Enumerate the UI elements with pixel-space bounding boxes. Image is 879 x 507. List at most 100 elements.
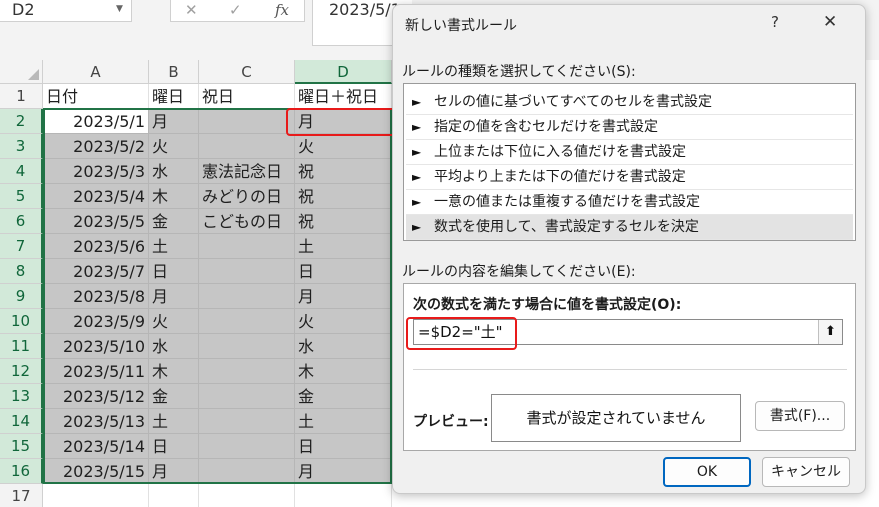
table-cell[interactable]: 火 [295,309,392,334]
table-cell[interactable]: 木 [149,359,199,384]
chevron-down-icon[interactable]: ▼ [116,4,123,14]
header-cell[interactable]: 曜日 [149,84,199,109]
table-cell[interactable]: 火 [295,134,392,159]
table-cell[interactable]: 水 [149,159,199,184]
table-cell[interactable]: 2023/5/11 [43,359,149,384]
table-cell[interactable] [199,259,295,284]
table-cell[interactable]: 2023/5/8 [43,284,149,309]
table-cell[interactable]: 2023/5/15 [43,459,149,484]
table-cell[interactable]: 木 [295,359,392,384]
table-cell[interactable] [199,309,295,334]
table-cell[interactable]: 月 [295,284,392,309]
table-cell[interactable]: 月 [295,459,392,484]
table-cell[interactable]: 2023/5/4 [43,184,149,209]
column-header-b[interactable]: B [149,60,199,84]
rule-type-item[interactable]: ► 一意の値または重複する値だけを書式設定 [406,190,853,215]
cancel-button[interactable]: キャンセル [762,457,850,487]
empty-cell[interactable] [43,484,149,507]
empty-cell[interactable] [295,484,392,507]
table-cell[interactable]: 日 [295,259,392,284]
table-cell[interactable] [199,434,295,459]
table-cell[interactable]: 2023/5/9 [43,309,149,334]
table-cell[interactable] [199,384,295,409]
column-header-a[interactable]: A [43,60,149,84]
row-header-1[interactable]: 1 [0,84,43,109]
insert-function-icon[interactable]: fx [275,0,289,20]
table-cell[interactable]: 日 [149,434,199,459]
table-cell[interactable]: 水 [295,334,392,359]
table-cell[interactable]: 月 [149,109,199,134]
table-cell[interactable]: 祝 [295,159,392,184]
empty-cell[interactable] [149,484,199,507]
table-cell[interactable] [199,109,295,134]
table-cell[interactable]: 2023/5/3 [43,159,149,184]
row-header-15[interactable]: 15 [0,434,43,459]
row-header-11[interactable]: 11 [0,334,43,359]
table-cell[interactable] [199,334,295,359]
table-cell[interactable]: 火 [149,309,199,334]
table-cell[interactable]: 金 [295,384,392,409]
row-header-3[interactable]: 3 [0,134,43,159]
table-cell[interactable]: 月 [149,284,199,309]
table-cell[interactable] [199,134,295,159]
table-cell[interactable]: こどもの日 [199,209,295,234]
row-header-7[interactable]: 7 [0,234,43,259]
table-cell[interactable]: 土 [295,409,392,434]
rule-type-item[interactable]: ► セルの値に基づいてすべてのセルを書式設定 [406,90,853,115]
header-cell[interactable]: 曜日＋祝日 [295,84,392,109]
row-header-4[interactable]: 4 [0,159,43,184]
table-cell[interactable]: 日 [149,259,199,284]
column-header-c[interactable]: C [199,60,295,84]
row-header-16[interactable]: 16 [0,459,43,484]
format-button[interactable]: 書式(F)... [755,401,845,431]
table-cell[interactable] [199,459,295,484]
header-cell[interactable]: 日付 [43,84,149,109]
row-header-8[interactable]: 8 [0,259,43,284]
row-header-17[interactable]: 17 [0,484,43,507]
table-cell[interactable]: 2023/5/5 [43,209,149,234]
table-cell[interactable]: 土 [149,409,199,434]
table-cell[interactable] [199,234,295,259]
table-cell[interactable]: 2023/5/6 [43,234,149,259]
row-header-2[interactable]: 2 [0,109,43,134]
table-cell[interactable]: 金 [149,384,199,409]
rule-type-item[interactable]: ► 上位または下位に入る値だけを書式設定 [406,140,853,165]
row-header-12[interactable]: 12 [0,359,43,384]
table-cell[interactable] [199,284,295,309]
rule-type-item[interactable]: ► 平均より上または下の値だけを書式設定 [406,165,853,190]
formula-input[interactable]: =$D2="土" ⬆ [413,319,843,345]
ok-button[interactable]: OK [663,457,751,487]
name-box[interactable]: D2 [0,0,132,22]
empty-cell[interactable] [199,484,295,507]
confirm-entry-icon[interactable]: ✓ [229,0,242,20]
table-cell[interactable]: 憲法記念日 [199,159,295,184]
row-header-9[interactable]: 9 [0,284,43,309]
table-cell[interactable]: 2023/5/12 [43,384,149,409]
table-cell[interactable]: 月 [295,109,392,134]
table-cell[interactable]: 祝 [295,209,392,234]
cancel-entry-icon[interactable]: ✕ [185,0,198,20]
rule-type-item[interactable]: ► 数式を使用して、書式設定するセルを決定 [406,215,853,240]
row-header-6[interactable]: 6 [0,209,43,234]
table-cell[interactable]: 日 [295,434,392,459]
table-cell[interactable]: 木 [149,184,199,209]
table-cell[interactable]: 火 [149,134,199,159]
row-header-10[interactable]: 10 [0,309,43,334]
help-icon[interactable]: ? [771,13,779,31]
row-header-14[interactable]: 14 [0,409,43,434]
table-cell[interactable]: 2023/5/1 [43,109,149,134]
table-cell[interactable]: 祝 [295,184,392,209]
table-cell[interactable]: 水 [149,334,199,359]
table-cell[interactable]: 月 [149,459,199,484]
table-cell[interactable]: みどりの日 [199,184,295,209]
table-cell[interactable]: 2023/5/13 [43,409,149,434]
table-cell[interactable]: 土 [295,234,392,259]
table-cell[interactable] [199,409,295,434]
table-cell[interactable]: 土 [149,234,199,259]
header-cell[interactable]: 祝日 [199,84,295,109]
column-header-d[interactable]: D [295,60,392,84]
table-cell[interactable]: 金 [149,209,199,234]
table-cell[interactable]: 2023/5/10 [43,334,149,359]
rule-type-list[interactable]: ► セルの値に基づいてすべてのセルを書式設定 ► 指定の値を含むセルだけを書式設定 ► 上… [403,83,856,241]
table-cell[interactable]: 2023/5/2 [43,134,149,159]
